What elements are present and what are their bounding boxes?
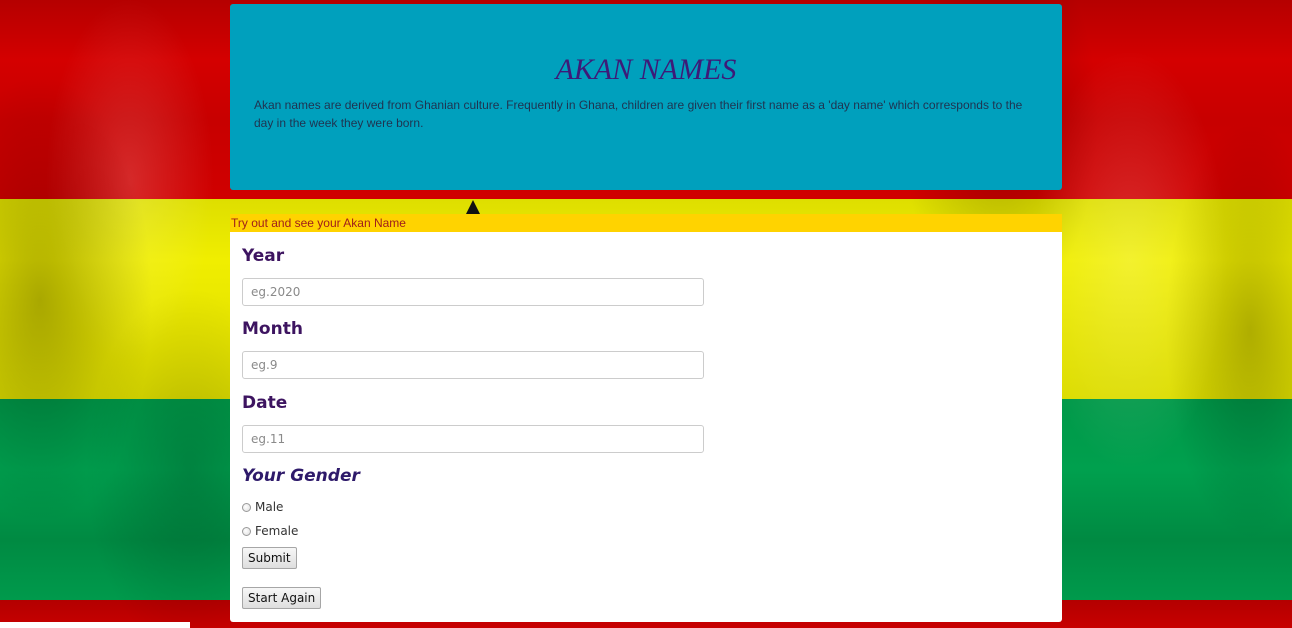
month-label: Month	[242, 319, 303, 339]
month-input[interactable]	[242, 351, 704, 379]
male-radio[interactable]	[242, 502, 251, 512]
date-label: Date	[242, 393, 288, 413]
female-radio[interactable]	[242, 526, 251, 536]
male-radio-label: Male	[255, 500, 284, 514]
start-again-button[interactable]: Start Again	[242, 587, 322, 609]
bottom-left-strip	[0, 622, 190, 628]
flag-star-icon	[466, 200, 480, 214]
year-label: Year	[242, 246, 285, 266]
submit-button[interactable]: Submit	[242, 547, 297, 569]
page-title: AKAN NAMES	[555, 53, 737, 86]
year-input[interactable]	[242, 278, 704, 306]
date-input[interactable]	[242, 425, 704, 453]
female-radio-label: Female	[255, 524, 299, 538]
akan-form: Try out and see your Akan Name Year Mont…	[230, 214, 1062, 622]
intro-text: Akan names are derived from Ghanian cult…	[254, 98, 1023, 130]
gender-option-female[interactable]: Female	[242, 523, 298, 539]
try-banner: Try out and see your Akan Name	[230, 214, 1062, 232]
gender-label: Your Gender	[242, 466, 360, 486]
header-panel: AKAN NAMES Akan names are derived from G…	[230, 4, 1062, 190]
gender-option-male[interactable]: Male	[242, 499, 283, 515]
